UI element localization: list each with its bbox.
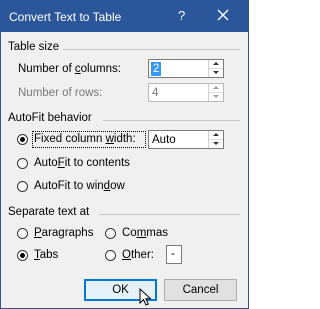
other-label[interactable]: Other:: [122, 249, 154, 261]
autofit-divider: [103, 120, 240, 121]
fixed-width-value[interactable]: Auto: [152, 133, 176, 147]
separate-divider: [99, 214, 240, 215]
convert-text-to-table-dialog: Convert Text to Table ? Table size Numbe…: [0, 0, 249, 309]
fixed-width-spinner[interactable]: Auto: [148, 130, 224, 149]
columns-up-arrow-icon[interactable]: [209, 60, 223, 69]
autofit-window-radio[interactable]: [17, 181, 28, 192]
commas-label[interactable]: Commas: [122, 227, 168, 239]
autofit-window-label[interactable]: AutoFit to window: [34, 180, 125, 192]
width-down-arrow-icon[interactable]: [209, 140, 223, 148]
close-icon[interactable]: [216, 6, 230, 24]
fixed-width-label[interactable]: Fixed column width:: [34, 133, 136, 145]
table-size-heading: Table size: [8, 41, 60, 53]
commas-radio[interactable]: [105, 228, 116, 239]
tabs-label[interactable]: Tabs: [34, 249, 58, 261]
rows-spinner: 4: [148, 83, 224, 102]
rows-value: 4: [152, 87, 159, 99]
tabs-radio[interactable]: [17, 250, 28, 261]
columns-down-arrow-icon[interactable]: [209, 69, 223, 77]
fixed-width-radio[interactable]: [17, 134, 28, 145]
rows-down-arrow-icon: [209, 93, 223, 101]
title-bar: Convert Text to Table ?: [1, 1, 248, 32]
columns-label: Number of columns:: [18, 63, 121, 75]
help-button[interactable]: ?: [178, 8, 185, 23]
autofit-contents-label[interactable]: AutoFit to contents: [34, 157, 130, 169]
other-radio[interactable]: [105, 250, 116, 261]
cancel-button[interactable]: Cancel: [164, 279, 237, 301]
separate-heading: Separate text at: [8, 206, 90, 218]
table-size-divider: [63, 49, 240, 50]
autofit-contents-radio[interactable]: [17, 158, 28, 169]
width-up-arrow-icon[interactable]: [209, 131, 223, 140]
columns-spinner[interactable]: 2: [148, 59, 224, 78]
other-value[interactable]: -: [171, 248, 175, 260]
paragraphs-label[interactable]: Paragraphs: [34, 227, 93, 239]
other-input[interactable]: -: [166, 245, 182, 264]
mouse-cursor-icon: [139, 287, 152, 308]
columns-value[interactable]: 2: [151, 62, 162, 76]
autofit-heading: AutoFit behavior: [8, 112, 92, 124]
dialog-title: Convert Text to Table: [9, 10, 122, 24]
rows-label: Number of rows:: [18, 87, 103, 99]
rows-up-arrow-icon: [209, 84, 223, 93]
paragraphs-radio[interactable]: [17, 228, 28, 239]
